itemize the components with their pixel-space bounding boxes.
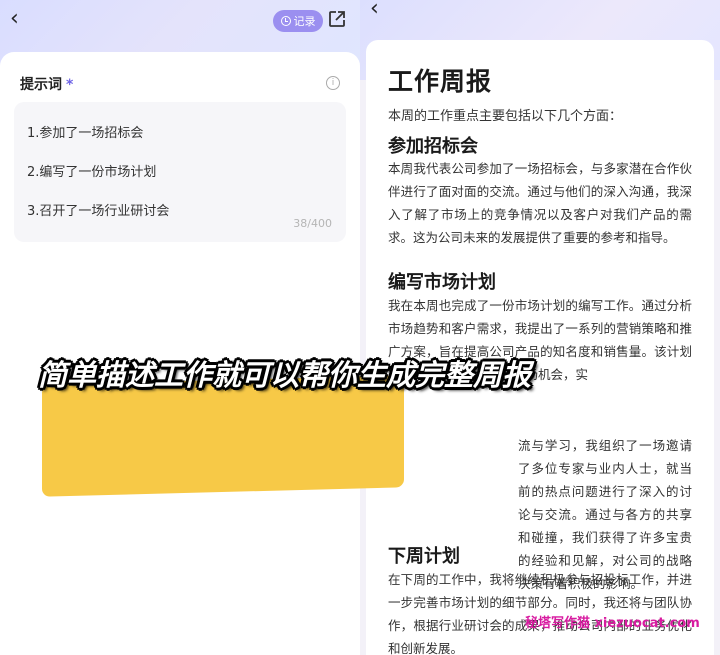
back-icon[interactable]: ‹ — [370, 0, 379, 20]
section-heading: 参加招标会 — [388, 136, 478, 157]
section-heading: 下周计划 — [388, 546, 460, 567]
left-screen: ‹ 记录 提示词 * i 1.参加了一场招标会 2.编写了一份市场计划 3.召开了… — [0, 0, 360, 655]
section-body: 本周我代表公司参加了一场招标会，与多家潜在合作伙伴进行了面对面的交流。通过与他们… — [388, 161, 692, 245]
watermark: 秘塔写作猫 xiezuocat.com — [525, 616, 700, 631]
right-screen: ‹ 工作周报 本周的工作重点主要包括以下几个方面： 参加招标会 本周我代表公司参… — [360, 0, 720, 655]
clock-icon — [280, 16, 291, 26]
report-document: 工作周报 本周的工作重点主要包括以下几个方面： 参加招标会 本周我代表公司参加了… — [366, 40, 714, 655]
record-label: 记录 — [293, 15, 316, 28]
share-icon[interactable] — [328, 10, 346, 28]
char-counter: 38/400 — [293, 217, 332, 230]
report-title: 工作周报 — [388, 67, 493, 96]
prompt-label: 提示词 * — [20, 77, 74, 93]
prompt-input[interactable]: 1.参加了一场招标会 2.编写了一份市场计划 3.召开了一场行业研讨会 38/4… — [14, 102, 346, 242]
info-icon[interactable]: i — [326, 76, 340, 90]
section-heading: 编写市场计划 — [388, 272, 496, 293]
back-icon[interactable]: ‹ — [10, 8, 19, 30]
prompt-line: 3.召开了一场行业研讨会 — [27, 204, 170, 219]
prompt-line: 2.编写了一份市场计划 — [27, 165, 157, 180]
prompt-line: 1.参加了一场招标会 — [27, 126, 144, 141]
required-mark: * — [66, 77, 74, 93]
promo-caption: 简单描述工作就可以帮你生成完整周报 — [38, 358, 532, 392]
record-button[interactable]: 记录 — [273, 10, 323, 32]
report-intro: 本周的工作重点主要包括以下几个方面： — [388, 109, 623, 124]
